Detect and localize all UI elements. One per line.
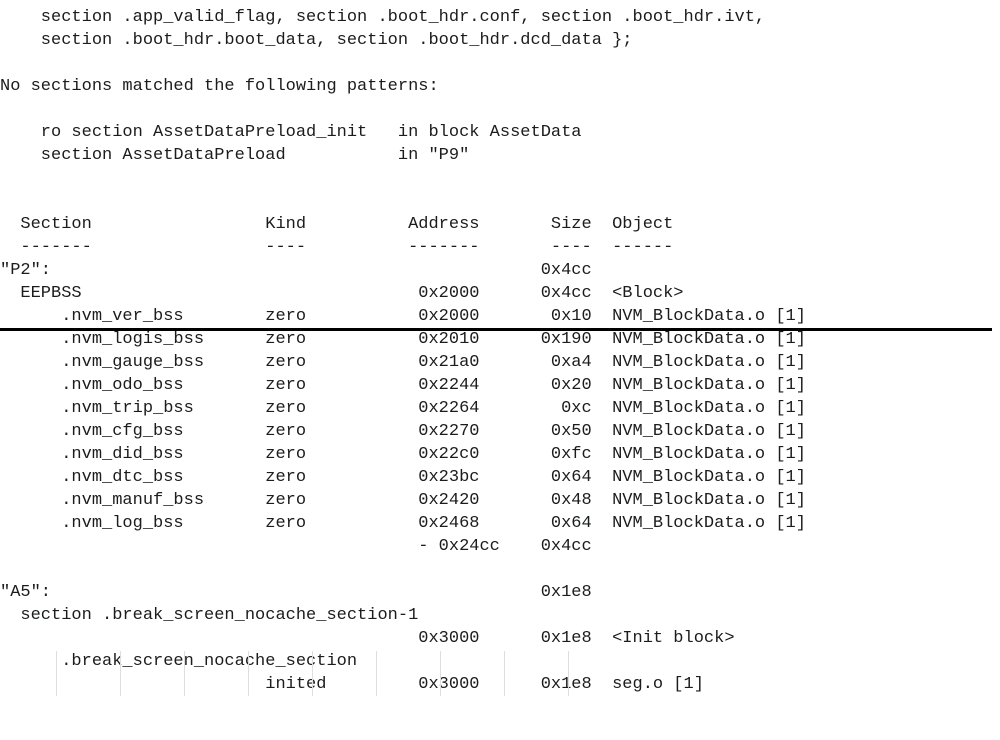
- region-p2: "P2": 0x4cc: [0, 259, 1000, 282]
- blank: [0, 558, 1000, 581]
- p2-trailer: - 0x24cc 0x4cc: [0, 535, 1000, 558]
- table-header-dashes: ------- ---- ------- ---- ------: [0, 236, 1000, 259]
- table-row: .nvm_odo_bss zero 0x2244 0x20 NVM_BlockD…: [0, 374, 1000, 397]
- a5-subheading: section .break_screen_nocache_section-1: [0, 604, 1000, 627]
- table-row: .nvm_cfg_bss zero 0x2270 0x50 NVM_BlockD…: [0, 420, 1000, 443]
- blank: [0, 190, 1000, 213]
- table-row: .nvm_trip_bss zero 0x2264 0xc NVM_BlockD…: [0, 397, 1000, 420]
- region-a5: "A5": 0x1e8: [0, 581, 1000, 604]
- table-row: .nvm_manuf_bss zero 0x2420 0x48 NVM_Bloc…: [0, 489, 1000, 512]
- blank: [0, 52, 1000, 75]
- blank: [0, 98, 1000, 121]
- table-header: Section Kind Address Size Object: [0, 213, 1000, 236]
- a5-row: inited 0x3000 0x1e8 seg.o [1]: [0, 673, 1000, 696]
- eepbss-line: EEPBSS 0x2000 0x4cc <Block>: [0, 282, 1000, 305]
- no-match-line-1: section AssetDataPreload in "P9": [0, 144, 1000, 167]
- table-row: .nvm_logis_bss zero 0x2010 0x190 NVM_Blo…: [0, 328, 1000, 351]
- blank: [0, 167, 1000, 190]
- linker-map-text: section .app_valid_flag, section .boot_h…: [0, 0, 1000, 696]
- table-row: .nvm_dtc_bss zero 0x23bc 0x64 NVM_BlockD…: [0, 466, 1000, 489]
- a5-row: 0x3000 0x1e8 <Init block>: [0, 627, 1000, 650]
- table-row: .nvm_did_bss zero 0x22c0 0xfc NVM_BlockD…: [0, 443, 1000, 466]
- a5-name: .break_screen_nocache_section: [0, 650, 1000, 673]
- config-line-1: section .boot_hdr.boot_data, section .bo…: [0, 29, 1000, 52]
- config-line-0: section .app_valid_flag, section .boot_h…: [0, 6, 1000, 29]
- no-match-line-0: ro section AssetDataPreload_init in bloc…: [0, 121, 1000, 144]
- table-row: .nvm_gauge_bss zero 0x21a0 0xa4 NVM_Bloc…: [0, 351, 1000, 374]
- table-row: .nvm_ver_bss zero 0x2000 0x10 NVM_BlockD…: [0, 305, 1000, 328]
- table-row: .nvm_log_bss zero 0x2468 0x64 NVM_BlockD…: [0, 512, 1000, 535]
- no-match-heading: No sections matched the following patter…: [0, 75, 1000, 98]
